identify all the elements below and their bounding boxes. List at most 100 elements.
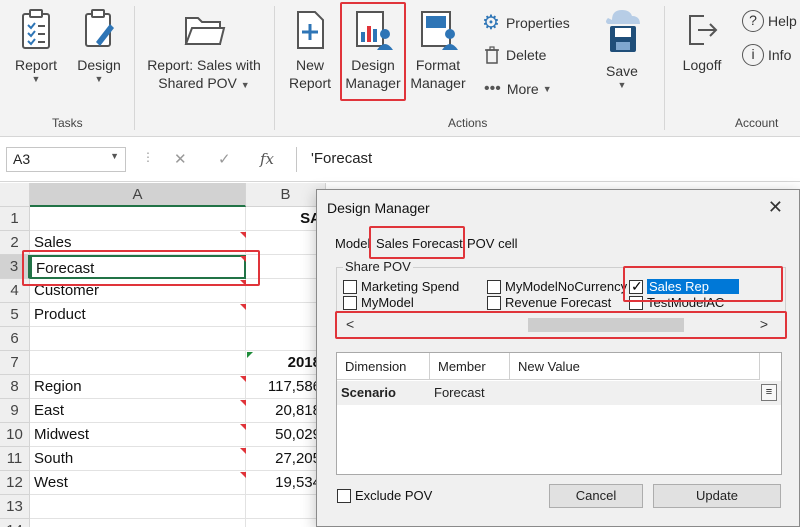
cell-reference: A3 — [13, 151, 31, 167]
cell-a[interactable]: Customer — [30, 279, 246, 303]
tab-model[interactable]: Model — [335, 236, 370, 251]
cell-a[interactable]: South — [30, 447, 246, 471]
checkbox-mymodel[interactable]: MyModel — [343, 295, 414, 310]
row-header[interactable]: 7 — [0, 351, 30, 375]
cell-b[interactable]: 50,029 — [246, 423, 326, 447]
cell-a[interactable]: Region — [30, 375, 246, 399]
name-box[interactable]: A3 ▼ — [6, 147, 126, 172]
more-button[interactable]: ••• More ▼ — [484, 80, 552, 98]
scrollbar-thumb[interactable] — [528, 318, 684, 332]
cell-b[interactable]: 20,818 — [246, 399, 326, 423]
group-label-account: Account — [735, 116, 779, 130]
update-button[interactable]: Update — [653, 484, 781, 508]
new-report-button[interactable]: New Report — [284, 8, 336, 92]
delete-button[interactable]: Delete — [484, 46, 546, 64]
close-icon[interactable]: ✕ — [768, 197, 783, 218]
table-row[interactable]: Scenario Forecast ≡ — [337, 381, 781, 405]
design-manager-line2: Manager — [345, 75, 401, 91]
checkbox-sales-rep[interactable]: Sales Rep — [629, 278, 739, 295]
row-header[interactable]: 6 — [0, 327, 30, 351]
checkbox-box[interactable] — [343, 295, 357, 310]
cell-a[interactable] — [30, 327, 246, 351]
insert-function-icon[interactable]: fx — [260, 150, 274, 168]
cell-a[interactable]: Forecast — [30, 255, 246, 279]
checkbox-marketing-spend[interactable]: Marketing Spend — [343, 279, 459, 294]
cell-a[interactable]: Midwest — [30, 423, 246, 447]
cell-a[interactable] — [30, 495, 246, 519]
design-button[interactable]: Design ▼ — [72, 8, 126, 84]
folder-icon — [184, 17, 226, 45]
cell-b[interactable] — [246, 279, 326, 303]
design-manager-button[interactable]: Design Manager — [342, 8, 404, 92]
separator — [134, 6, 135, 130]
row-header[interactable]: 9 — [0, 399, 30, 423]
logoff-button[interactable]: Logoff — [674, 8, 730, 74]
report-sales-shared-pov-button[interactable]: Report: Sales with Shared POV ▼ — [142, 8, 266, 94]
cell-b[interactable]: 19,534 — [246, 471, 326, 495]
formula-input[interactable]: 'Forecast — [296, 147, 796, 172]
new-report-line2: Report — [288, 75, 332, 91]
cancel-button[interactable]: Cancel — [549, 484, 643, 508]
info-button[interactable]: i Info — [742, 44, 791, 66]
cell-b[interactable]: 27,205 — [246, 447, 326, 471]
cell-b[interactable]: SA — [246, 207, 326, 231]
column-header-a[interactable]: A — [30, 183, 246, 207]
checkbox-box[interactable] — [343, 279, 357, 294]
chevron-right-icon[interactable]: > — [760, 316, 768, 332]
help-label: Help — [768, 13, 797, 29]
checkbox-testmodelac[interactable]: TestModelAC — [629, 295, 724, 310]
row-header[interactable]: 10 — [0, 423, 30, 447]
checkbox-box[interactable] — [337, 488, 351, 503]
cell-a[interactable] — [30, 519, 246, 527]
row-header[interactable]: 3 — [0, 255, 30, 279]
row-header[interactable]: 11 — [0, 447, 30, 471]
horizontal-scrollbar[interactable]: < > — [338, 316, 784, 334]
report-sales-line1: Report: Sales with — [147, 57, 261, 73]
row-header[interactable]: 4 — [0, 279, 30, 303]
help-button[interactable]: ? Help — [742, 10, 797, 32]
hamburger-menu-icon[interactable]: ≡ — [761, 384, 777, 401]
cell-a[interactable] — [30, 351, 246, 375]
row-header[interactable]: 13 — [0, 495, 30, 519]
tab-sales-forecast[interactable]: Sales Forecast — [376, 236, 463, 251]
cell-b[interactable] — [246, 303, 326, 327]
corner-select-all[interactable] — [0, 183, 30, 207]
gear-icon: ⚙ — [482, 12, 500, 34]
checkbox-box[interactable] — [487, 295, 501, 310]
row-header[interactable]: 14 — [0, 519, 30, 527]
more-dots-icon: ••• — [484, 80, 501, 97]
checkbox-box[interactable] — [487, 279, 501, 294]
row-header[interactable]: 1 — [0, 207, 30, 231]
report-sales-line2: Shared POV — [158, 75, 237, 91]
row-header[interactable]: 12 — [0, 471, 30, 495]
cell-b[interactable] — [246, 495, 326, 519]
cell-a[interactable]: Sales — [30, 231, 246, 255]
row-header[interactable]: 2 — [0, 231, 30, 255]
cell-a[interactable]: West — [30, 471, 246, 495]
checkbox-revenue-forecast[interactable]: Revenue Forecast — [487, 295, 611, 310]
cell-b[interactable]: 2018 — [246, 351, 326, 375]
cell-a[interactable]: Product — [30, 303, 246, 327]
cell-b[interactable] — [246, 231, 326, 255]
chevron-left-icon[interactable]: < — [346, 316, 354, 332]
cell-b[interactable] — [246, 255, 326, 279]
row-header[interactable]: 8 — [0, 375, 30, 399]
cell-a[interactable] — [30, 207, 246, 231]
tab-pov-cell[interactable]: POV cell — [467, 236, 518, 251]
row-header[interactable]: 5 — [0, 303, 30, 327]
checkbox-box[interactable] — [629, 295, 643, 310]
save-button[interactable]: Save ▼ — [596, 4, 648, 90]
cell-b[interactable] — [246, 327, 326, 351]
enter-check-icon[interactable]: ✓ — [218, 150, 231, 168]
column-header-b[interactable]: B — [246, 183, 326, 207]
checkbox-label: MyModelNoCurrency — [505, 279, 628, 294]
report-button[interactable]: Report ▼ — [8, 8, 64, 84]
checkbox-mymodelnocurrency[interactable]: MyModelNoCurrency — [487, 279, 627, 294]
format-manager-button[interactable]: Format Manager — [410, 8, 466, 92]
checkbox-box-checked[interactable] — [629, 278, 643, 295]
checkbox-exclude-pov[interactable]: Exclude POV — [337, 488, 432, 503]
cell-a[interactable]: East — [30, 399, 246, 423]
properties-button[interactable]: ⚙ Properties — [482, 10, 570, 35]
cancel-icon[interactable]: ✕ — [174, 150, 187, 168]
cell-b[interactable]: 117,586 — [246, 375, 326, 399]
